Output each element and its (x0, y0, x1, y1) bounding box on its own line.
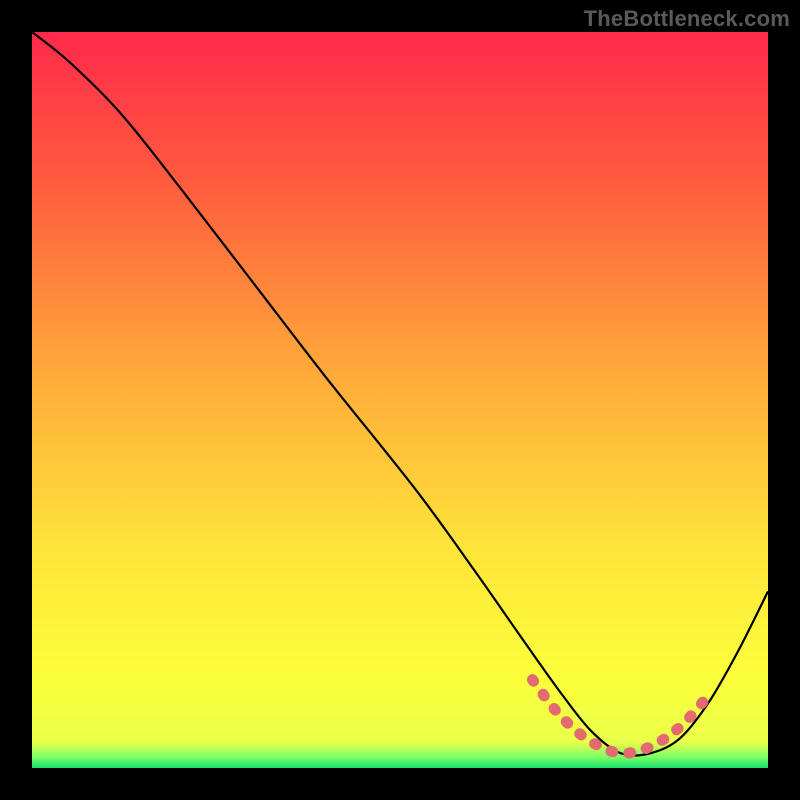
chart-stage: TheBottleneck.com (0, 0, 800, 800)
chart-canvas (0, 0, 800, 800)
plot-background (32, 32, 768, 768)
